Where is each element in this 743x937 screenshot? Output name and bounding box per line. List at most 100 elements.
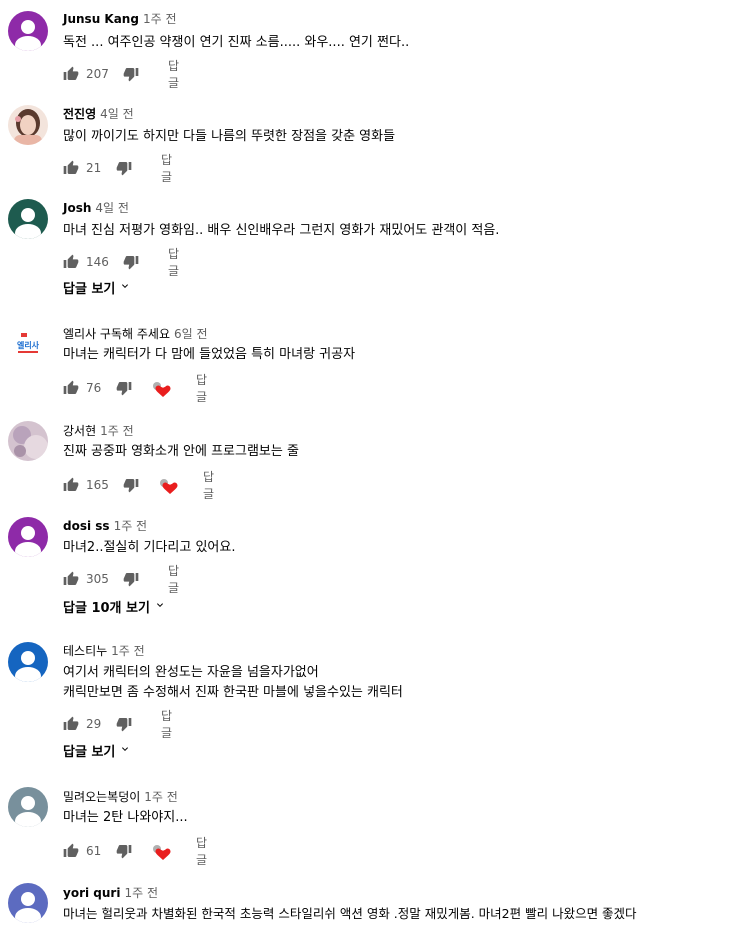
thumbs-down-icon	[116, 716, 132, 732]
chevron-down-icon	[119, 280, 131, 296]
reply-button[interactable]: 답글	[196, 373, 207, 404]
thumbs-up-icon	[63, 477, 79, 493]
author-name[interactable]: 엘리사 구독해 주세요	[63, 327, 170, 341]
comment-time[interactable]: 4일 전	[100, 107, 134, 121]
reply-button[interactable]: 답글	[168, 564, 179, 595]
reply-button[interactable]: 답글	[161, 153, 172, 184]
dislike-button[interactable]	[123, 475, 139, 495]
comment-text: 마녀는 헐리웃과 차별화된 한국적 초능력 스타일리쉬 액션 영화 .정말 재밌…	[63, 906, 637, 921]
dislike-button[interactable]	[116, 841, 132, 861]
comment-time[interactable]: 1주 전	[124, 886, 158, 900]
author-name[interactable]: 테스티누	[63, 644, 107, 658]
comment-text: 마녀2..절실히 기다리고 있어요.	[63, 540, 236, 555]
comment-header: 밀려오는복덩이 1주 전	[63, 789, 178, 805]
comment-text: 많이 까이기도 하지만 다들 나름의 뚜렷한 장점을 갖춘 영화들	[63, 129, 396, 144]
like-button[interactable]	[63, 475, 79, 495]
comment-header: 강서현 1주 전	[63, 423, 134, 439]
thumbs-down-icon	[116, 380, 132, 396]
author-name[interactable]: 밀려오는복덩이	[63, 790, 140, 804]
avatar[interactable]	[8, 105, 48, 145]
reply-button[interactable]: 답글	[196, 836, 207, 867]
thumbs-down-icon	[123, 66, 139, 82]
comment-header: Josh 4일 전	[63, 200, 129, 216]
comment-time[interactable]: 1주 전	[114, 519, 148, 533]
comment-text: 마녀 진심 저평가 영화임.. 배우 신인배우라 그런지 영화가 재밌어도 관객…	[63, 223, 500, 238]
thumbs-down-icon	[123, 571, 139, 587]
heart-icon	[151, 842, 173, 860]
dislike-button[interactable]	[116, 378, 132, 398]
avatar[interactable]	[8, 642, 48, 682]
comment-header: Junsu Kang 1주 전	[63, 11, 176, 27]
thumbs-up-icon	[63, 66, 79, 82]
dislike-button[interactable]	[123, 64, 139, 84]
view-replies-button[interactable]: 답글 보기	[63, 278, 131, 297]
chevron-down-icon	[119, 743, 131, 759]
comment-text: 독전 ... 여주인공 약쟁이 연기 진짜 소름..... 와우.... 연기 …	[63, 35, 410, 50]
author-name[interactable]: 강서현	[63, 424, 96, 438]
comment-header: dosi ss 1주 전	[63, 518, 147, 534]
avatar[interactable]	[8, 517, 48, 557]
channel-logo-text: 엘리사	[17, 340, 40, 350]
like-button[interactable]	[63, 569, 79, 589]
creator-heart-badge	[151, 378, 173, 398]
creator-heart-badge	[151, 841, 173, 861]
comment-time[interactable]: 6일 전	[174, 327, 208, 341]
view-replies-label: 답글 보기	[63, 282, 116, 297]
thumbs-up-icon	[63, 254, 79, 270]
comment-header: 전진영 4일 전	[63, 106, 134, 122]
avatar[interactable]	[8, 11, 48, 51]
thumbs-up-icon	[63, 160, 79, 176]
comment-text: 마녀는 캐릭터가 다 맘에 들었었음 특히 마녀랑 귀공자	[63, 347, 356, 362]
comment-header: 엘리사 구독해 주세요 6일 전	[63, 326, 208, 342]
dislike-button[interactable]	[123, 252, 139, 272]
creator-heart-badge	[158, 475, 180, 495]
author-name[interactable]: dosi ss	[63, 519, 110, 533]
author-name[interactable]: Junsu Kang	[63, 12, 139, 26]
like-count: 146	[86, 255, 109, 269]
view-replies-button[interactable]: 답글 보기	[63, 741, 131, 760]
like-button[interactable]	[63, 714, 79, 734]
dislike-button[interactable]	[116, 714, 132, 734]
reply-button[interactable]: 답글	[168, 247, 179, 278]
thumbs-up-icon	[63, 571, 79, 587]
like-count: 207	[86, 67, 109, 81]
reply-button[interactable]: 답글	[203, 470, 214, 501]
avatar[interactable]	[8, 787, 48, 827]
like-count: 76	[86, 381, 102, 395]
dislike-button[interactable]	[123, 569, 139, 589]
avatar[interactable]	[8, 421, 48, 461]
like-button[interactable]	[63, 378, 79, 398]
comment-text: 마녀는 2탄 나와야지...	[63, 810, 188, 825]
like-count: 61	[86, 844, 102, 858]
thumbs-up-icon	[63, 380, 79, 396]
avatar[interactable]	[8, 199, 48, 239]
view-replies-label: 답글 10개 보기	[63, 601, 150, 616]
view-replies-button[interactable]: 답글 10개 보기	[63, 597, 166, 616]
comment-time[interactable]: 1주 전	[144, 790, 178, 804]
comment-time[interactable]: 1주 전	[143, 12, 177, 26]
comment-time[interactable]: 1주 전	[111, 644, 145, 658]
comment-time[interactable]: 1주 전	[100, 424, 134, 438]
like-count: 21	[86, 161, 102, 175]
like-button[interactable]	[63, 252, 79, 272]
comment-text: 진짜 공중파 영화소개 안에 프로그램보는 줄	[63, 444, 299, 459]
like-button[interactable]	[63, 841, 79, 861]
like-button[interactable]	[63, 158, 79, 178]
reply-button[interactable]: 답글	[168, 59, 179, 90]
comment-text: 캐릭만보면 좀 수정해서 진짜 한국판 마블에 넣을수있는 캐릭터	[63, 685, 403, 700]
chevron-down-icon	[154, 599, 166, 615]
thumbs-up-icon	[63, 843, 79, 859]
thumbs-down-icon	[123, 254, 139, 270]
reply-button[interactable]: 답글	[161, 709, 172, 740]
author-name[interactable]: yori quri	[63, 886, 120, 900]
comment-time[interactable]: 4일 전	[95, 201, 129, 215]
avatar[interactable]: 엘리사	[8, 323, 48, 363]
thumbs-up-icon	[63, 716, 79, 732]
like-count: 305	[86, 572, 109, 586]
like-button[interactable]	[63, 64, 79, 84]
like-count: 165	[86, 478, 109, 492]
author-name[interactable]: Josh	[63, 201, 91, 215]
dislike-button[interactable]	[116, 158, 132, 178]
avatar[interactable]	[8, 883, 48, 923]
author-name[interactable]: 전진영	[63, 107, 96, 121]
